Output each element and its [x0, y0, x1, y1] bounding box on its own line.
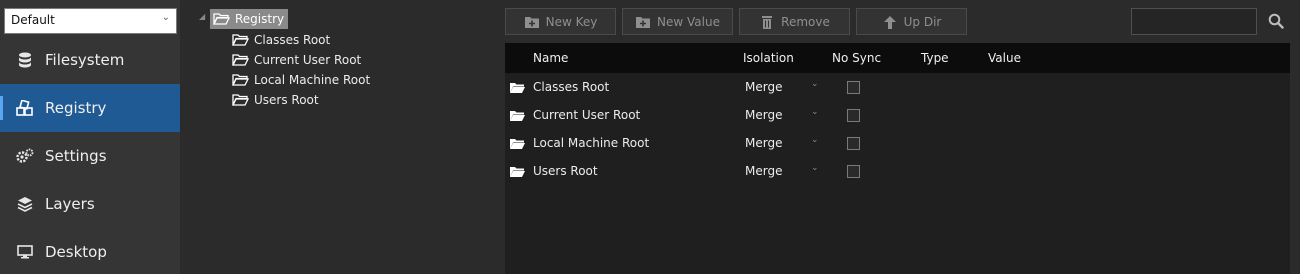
- isolation-select[interactable]: Merge: [745, 80, 782, 94]
- chevron-down-icon[interactable]: ⌄: [811, 135, 819, 145]
- remove-button[interactable]: Remove: [739, 8, 850, 35]
- table-row[interactable]: Current User Root Merge ⌄: [505, 102, 1290, 130]
- profile-select[interactable]: Default ⌄: [4, 8, 177, 34]
- table-row[interactable]: Users Root Merge ⌄: [505, 158, 1290, 186]
- open-folder-icon: [213, 13, 230, 25]
- sidebar-item-label: Filesystem: [45, 51, 125, 69]
- database-icon: [16, 51, 34, 69]
- column-header-no-sync[interactable]: No Sync: [832, 51, 881, 65]
- open-folder-icon: [510, 83, 525, 93]
- isolation-select[interactable]: Merge: [745, 136, 782, 150]
- folder-plus-icon: [524, 16, 539, 28]
- sidebar-item-label: Settings: [45, 147, 107, 165]
- folder-plus-icon: [636, 16, 651, 28]
- sidebar: Default ⌄ Filesystem Registry Settings L…: [0, 0, 180, 274]
- row-name: Users Root: [533, 164, 598, 178]
- trash-icon: [762, 15, 773, 29]
- row-name: Current User Root: [533, 108, 641, 122]
- isolation-select[interactable]: Merge: [745, 108, 782, 122]
- sidebar-item-settings[interactable]: Settings: [0, 132, 180, 180]
- tree-node-users-root[interactable]: Users Root: [232, 91, 319, 109]
- remove-label: Remove: [781, 14, 830, 29]
- open-folder-icon: [510, 167, 525, 177]
- registry-icon: [16, 99, 34, 117]
- no-sync-checkbox[interactable]: [847, 81, 860, 94]
- no-sync-checkbox[interactable]: [847, 109, 860, 122]
- new-key-label: New Key: [545, 14, 598, 29]
- chevron-down-icon[interactable]: ⌄: [811, 163, 819, 173]
- new-value-label: New Value: [657, 14, 720, 29]
- row-name: Local Machine Root: [533, 136, 650, 150]
- sidebar-item-desktop[interactable]: Desktop: [0, 228, 180, 274]
- tree-node-label: Classes Root: [254, 33, 331, 47]
- table-row[interactable]: Classes Root Merge ⌄: [505, 74, 1290, 102]
- tree-node-current-user-root[interactable]: Current User Root: [232, 51, 361, 69]
- layers-icon: [16, 195, 34, 213]
- tree-node-label: Local Machine Root: [254, 73, 371, 87]
- sidebar-item-label: Registry: [45, 99, 107, 117]
- open-folder-icon: [232, 74, 249, 86]
- tree-node-label: Users Root: [254, 93, 319, 107]
- right-gutter: [1290, 43, 1300, 274]
- open-folder-icon: [232, 54, 249, 66]
- arrow-up-icon: [883, 15, 896, 29]
- new-key-button[interactable]: New Key: [505, 8, 616, 35]
- monitor-icon: [16, 243, 34, 261]
- open-folder-icon: [510, 111, 525, 121]
- chevron-down-icon[interactable]: ⌄: [811, 107, 819, 117]
- column-header-value[interactable]: Value: [988, 51, 1021, 65]
- column-header-isolation[interactable]: Isolation: [743, 51, 794, 65]
- tree-node-label: Current User Root: [254, 53, 362, 67]
- tree-expander-icon[interactable]: ◢: [199, 12, 205, 21]
- no-sync-checkbox[interactable]: [847, 165, 860, 178]
- registry-tree: ◢ Registry Classes Root Current User Roo…: [180, 0, 505, 274]
- column-header-type[interactable]: Type: [921, 51, 949, 65]
- no-sync-checkbox[interactable]: [847, 137, 860, 150]
- registry-table: Name Isolation No Sync Type Value Classe…: [505, 43, 1290, 274]
- up-dir-button[interactable]: Up Dir: [856, 8, 967, 35]
- profile-select-value: Default: [11, 13, 55, 27]
- tree-node-registry[interactable]: Registry: [210, 9, 289, 29]
- new-value-button[interactable]: New Value: [622, 8, 733, 35]
- sidebar-item-registry[interactable]: Registry: [0, 84, 180, 132]
- chevron-down-icon: ⌄: [161, 12, 170, 23]
- table-row[interactable]: Local Machine Root Merge ⌄: [505, 130, 1290, 158]
- up-dir-label: Up Dir: [903, 14, 942, 29]
- tree-node-label: Registry: [235, 12, 285, 26]
- sidebar-item-label: Desktop: [45, 243, 107, 261]
- sidebar-item-filesystem[interactable]: Filesystem: [0, 36, 180, 84]
- search-icon[interactable]: [1268, 13, 1284, 29]
- sidebar-item-label: Layers: [45, 195, 95, 213]
- open-folder-icon: [510, 139, 525, 149]
- sidebar-item-layers[interactable]: Layers: [0, 180, 180, 228]
- tree-node-classes-root[interactable]: Classes Root: [232, 31, 330, 49]
- gears-icon: [16, 147, 34, 165]
- open-folder-icon: [232, 94, 249, 106]
- chevron-down-icon[interactable]: ⌄: [811, 79, 819, 89]
- column-header-name[interactable]: Name: [533, 51, 568, 65]
- isolation-select[interactable]: Merge: [745, 164, 782, 178]
- row-name: Classes Root: [533, 80, 610, 94]
- table-header: Name Isolation No Sync Type Value: [505, 43, 1290, 73]
- search-input[interactable]: [1131, 8, 1257, 35]
- tree-node-local-machine-root[interactable]: Local Machine Root: [232, 71, 370, 89]
- open-folder-icon: [232, 34, 249, 46]
